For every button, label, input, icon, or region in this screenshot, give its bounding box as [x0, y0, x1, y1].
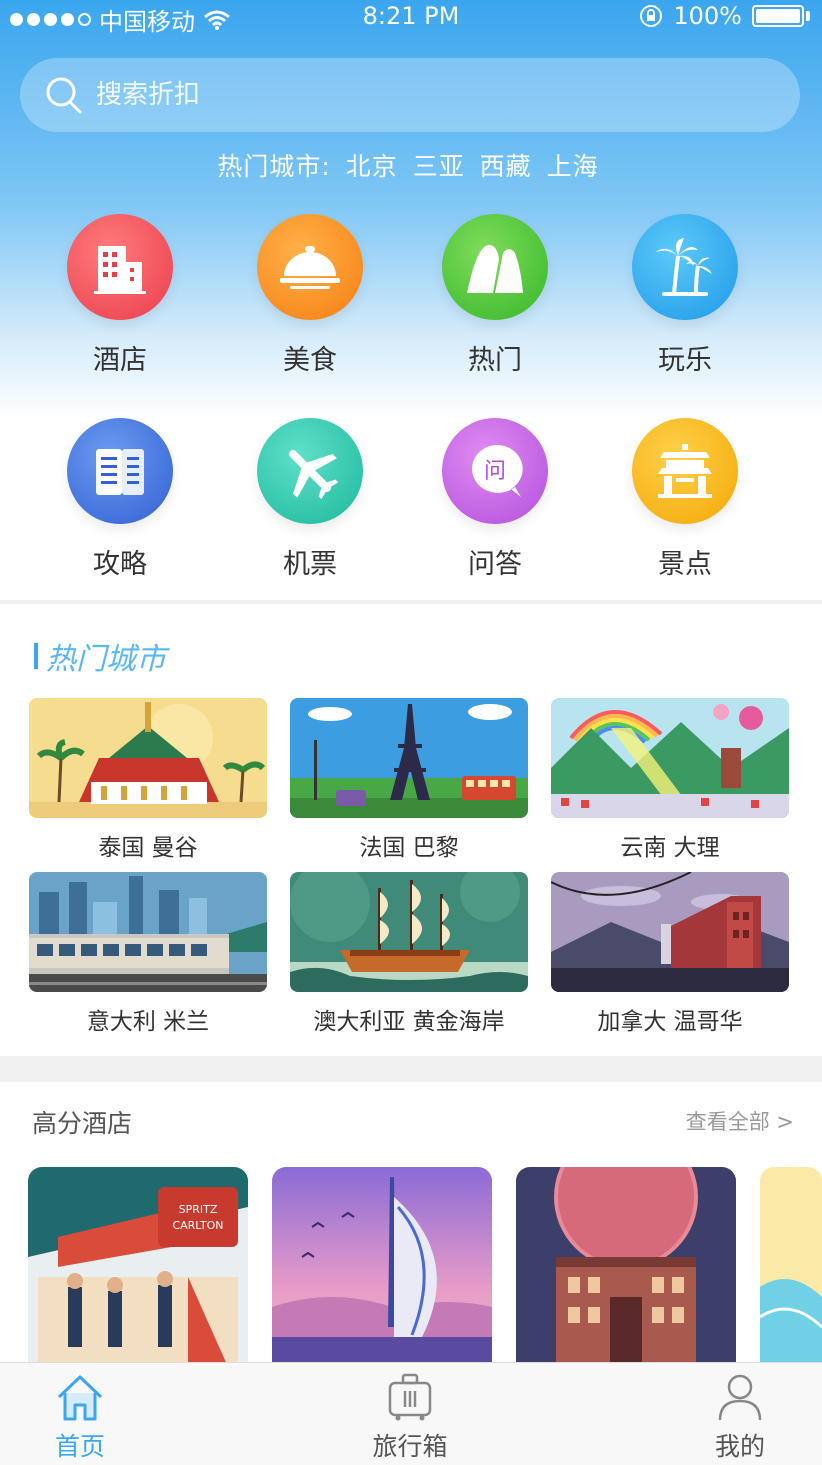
rotation-lock-icon: [640, 5, 663, 27]
city-image-gold-coast: [290, 872, 528, 992]
status-bar: 中国移动 8:21 PM 100%: [0, 0, 822, 36]
city-image-dali: [551, 698, 789, 818]
tab-label: 我的: [714, 1432, 765, 1461]
hotel-card[interactable]: [516, 1167, 736, 1367]
hot-cities-line: 热门城市: 北京 三亚 西藏 上海: [0, 147, 822, 183]
city-image-paris: [290, 698, 528, 818]
city-card[interactable]: 泰国 曼谷: [29, 698, 267, 862]
hot-city-link[interactable]: 西藏: [480, 152, 532, 181]
tab-label: 首页: [54, 1432, 105, 1461]
city-card[interactable]: 意大利 米兰: [29, 872, 267, 1036]
city-name: 云南 大理: [620, 835, 720, 861]
category-label: 机票: [283, 549, 337, 580]
city-image-vancouver: [551, 872, 789, 992]
search-input[interactable]: [96, 80, 696, 110]
food-cloche-icon: [257, 214, 363, 320]
category-qa[interactable]: 问 问答: [425, 418, 565, 581]
category-label: 问答: [468, 549, 522, 580]
city-name: 加拿大 温哥华: [597, 1009, 743, 1035]
home-icon: [57, 1375, 103, 1421]
city-image-milan: [29, 872, 267, 992]
city-name: 澳大利亚 黄金海岸: [313, 1009, 505, 1035]
city-name: 泰国 曼谷: [98, 835, 198, 861]
mountain-icon: [442, 214, 548, 320]
hotel-card[interactable]: [272, 1167, 492, 1367]
city-card[interactable]: 法国 巴黎: [290, 698, 528, 862]
city-name: 法国 巴黎: [359, 835, 459, 861]
hotel-card[interactable]: [760, 1167, 822, 1367]
category-label: 攻略: [93, 549, 147, 580]
top-hotels-section: 高分酒店 查看全部 > SPRITZ CARLTON: [0, 1082, 822, 1372]
battery-percent: 100%: [673, 2, 742, 30]
search-icon: [46, 77, 82, 114]
city-image-bangkok: [29, 698, 267, 818]
category-play[interactable]: 玩乐: [615, 214, 755, 377]
suitcase-icon: [388, 1373, 432, 1421]
hot-city-link[interactable]: 北京: [346, 152, 398, 181]
view-all-link[interactable]: 查看全部 >: [686, 1106, 794, 1136]
tab-suitcase[interactable]: 旅行箱: [330, 1373, 490, 1463]
airplane-icon: [257, 418, 363, 524]
tab-profile[interactable]: 我的: [660, 1373, 820, 1463]
palm-tree-icon: [632, 214, 738, 320]
category-hotel[interactable]: 酒店: [50, 214, 190, 377]
hotel-sign-line: SPRITZ: [179, 1203, 218, 1216]
search-bar[interactable]: [20, 58, 800, 132]
city-card[interactable]: 加拿大 温哥华: [551, 872, 789, 1036]
category-popular[interactable]: 热门: [425, 214, 565, 377]
category-label: 酒店: [93, 345, 147, 376]
hotel-icon: [67, 214, 173, 320]
category-guide[interactable]: 攻略: [50, 418, 190, 581]
category-flight[interactable]: 机票: [240, 418, 380, 581]
section-title: 热门城市: [34, 634, 166, 678]
city-card[interactable]: 澳大利亚 黄金海岸: [290, 872, 528, 1036]
hot-city-section: 热门城市 泰国 曼谷 法国 巴黎 云南 大理 意大利 米兰 澳大利亚 黄金海岸 …: [0, 604, 822, 1056]
tab-home[interactable]: 首页: [0, 1373, 160, 1463]
category-label: 玩乐: [658, 345, 712, 376]
city-name: 意大利 米兰: [86, 1009, 210, 1035]
hot-city-link[interactable]: 上海: [547, 152, 599, 181]
hot-city-link[interactable]: 三亚: [413, 152, 465, 181]
hotel-sign-line: CARLTON: [172, 1219, 223, 1232]
hot-cities-label: 热门城市:: [217, 152, 331, 181]
qa-bubble-icon: 问: [442, 418, 548, 524]
bottom-tab-bar: 首页 旅行箱 我的: [0, 1362, 822, 1465]
category-label: 热门: [468, 345, 522, 376]
battery-icon: [752, 5, 804, 27]
city-card[interactable]: 云南 大理: [551, 698, 789, 862]
guide-book-icon: [67, 418, 173, 524]
category-label: 美食: [283, 345, 337, 376]
tab-label: 旅行箱: [372, 1432, 448, 1461]
user-icon: [718, 1374, 762, 1421]
pavilion-icon: [632, 418, 738, 524]
category-label: 景点: [658, 549, 712, 580]
section-title: 高分酒店: [32, 1109, 133, 1138]
category-attraction[interactable]: 景点: [615, 418, 755, 581]
status-right: 100%: [639, 2, 810, 30]
hotel-card[interactable]: SPRITZ CARLTON: [28, 1167, 248, 1367]
category-food[interactable]: 美食: [240, 214, 380, 377]
qa-glyph: 问: [484, 459, 506, 484]
